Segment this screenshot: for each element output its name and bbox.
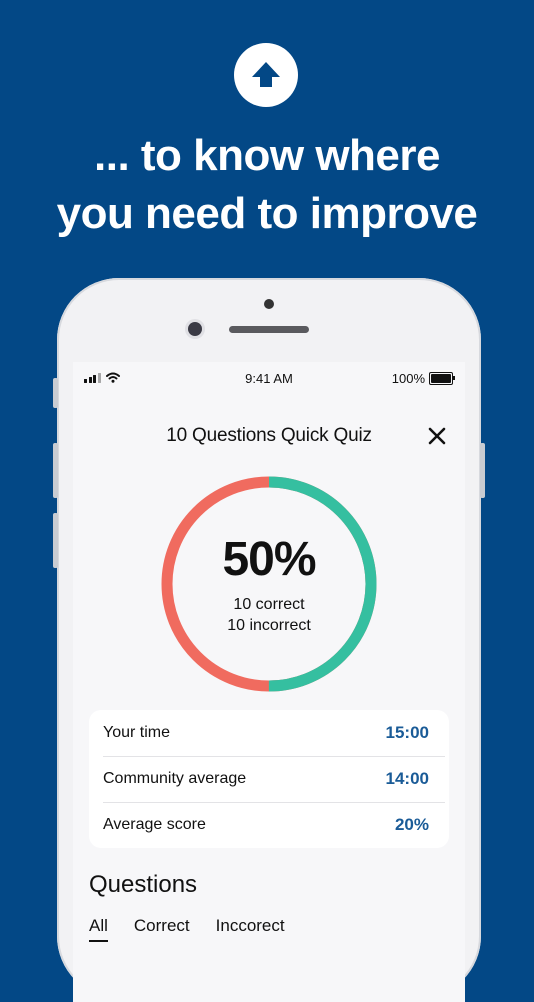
stats-card: Your time 15:00 Community average 14:00 … — [89, 710, 449, 848]
tab-incorrect[interactable]: Inccorect — [216, 916, 285, 942]
close-icon — [428, 427, 446, 445]
phone-frame: 9:41 AM 100% 10 Questions Quick Quiz 50%… — [53, 278, 485, 1002]
headline: ... to know where you need to improve — [0, 127, 534, 243]
phone-screen: 9:41 AM 100% 10 Questions Quick Quiz 50%… — [73, 362, 465, 1002]
correct-count: 10 correct — [233, 596, 305, 613]
score-percent: 50% — [222, 533, 316, 586]
status-bar: 9:41 AM 100% — [73, 368, 465, 388]
phone-power-button — [480, 443, 485, 498]
tab-all[interactable]: All — [89, 916, 108, 942]
questions-tabs: All Correct Inccorect — [89, 916, 285, 942]
phone-speaker — [229, 326, 309, 333]
incorrect-count: 10 incorrect — [227, 617, 311, 634]
battery-percent: 100% — [391, 371, 425, 386]
phone-sensor — [264, 299, 274, 309]
quiz-title: 10 Questions Quick Quiz — [166, 425, 372, 446]
stat-label: Your time — [103, 724, 170, 741]
phone-volume-down-button — [53, 513, 58, 568]
phone-volume-up-button — [53, 443, 58, 498]
stat-label: Community average — [103, 770, 247, 787]
stat-row-average-score: Average score 20% — [103, 802, 445, 848]
phone-camera — [188, 322, 202, 336]
arrow-up-icon — [234, 43, 298, 107]
score-ring: 50% 10 correct 10 incorrect — [159, 474, 379, 694]
stat-row-your-time: Your time 15:00 — [103, 710, 445, 757]
battery-icon — [429, 372, 455, 385]
phone-mute-switch — [53, 378, 58, 408]
headline-line-1: ... to know where — [94, 131, 441, 180]
stat-value: 20% — [394, 815, 429, 834]
stat-value: 14:00 — [385, 769, 429, 788]
stat-value: 15:00 — [385, 723, 429, 742]
score-summary: 50% 10 correct 10 incorrect — [159, 474, 379, 694]
close-button[interactable] — [425, 424, 449, 448]
tab-correct[interactable]: Correct — [134, 916, 190, 942]
stat-row-community-average: Community average 14:00 — [103, 756, 445, 803]
status-right: 100% — [391, 371, 455, 386]
questions-heading: Questions — [89, 871, 198, 898]
stat-label: Average score — [103, 816, 206, 833]
headline-line-2: you need to improve — [56, 189, 478, 238]
